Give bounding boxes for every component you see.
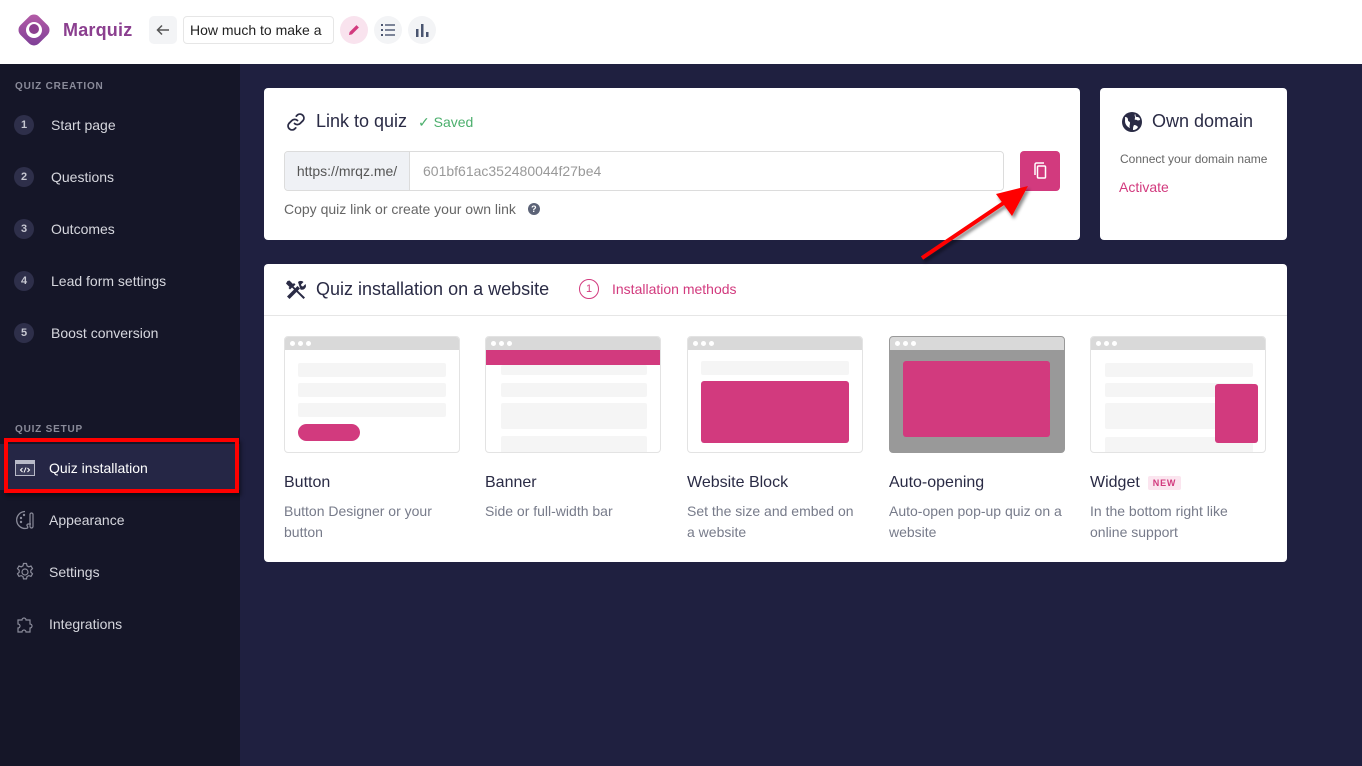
sidebar-item-label: Appearance bbox=[49, 512, 125, 528]
tools-icon bbox=[286, 280, 306, 299]
sidebar-step-questions[interactable]: 2 Questions bbox=[14, 166, 114, 188]
new-badge: NEW bbox=[1147, 476, 1182, 490]
sidebar-step-outcomes[interactable]: 3 Outcomes bbox=[14, 218, 115, 240]
top-bar: Marquiz bbox=[0, 0, 1362, 64]
list-button[interactable] bbox=[374, 16, 402, 44]
sidebar: QUIZ CREATION 1 Start page 2 Questions 3… bbox=[0, 64, 240, 766]
globe-icon bbox=[1122, 112, 1142, 132]
method-description: In the bottom right like online support bbox=[1090, 503, 1228, 540]
saved-status: ✓ Saved bbox=[418, 114, 474, 130]
sidebar-item-integrations[interactable]: Integrations bbox=[14, 612, 122, 636]
method-title: Banner bbox=[485, 474, 537, 491]
quiz-url-group: https://mrqz.me/ bbox=[284, 151, 1004, 191]
copy-icon bbox=[1034, 162, 1047, 179]
arrow-left-icon bbox=[156, 24, 169, 36]
logo[interactable]: Marquiz bbox=[16, 12, 132, 48]
step-label: Outcomes bbox=[51, 221, 115, 237]
method-button[interactable]: Button Button Designer or your button bbox=[284, 336, 460, 543]
tab-label: Installation methods bbox=[612, 281, 737, 297]
step-number: 4 bbox=[14, 271, 34, 291]
domain-card-title: Own domain bbox=[1152, 111, 1254, 131]
method-auto-opening[interactable]: Auto-opening Auto-open pop-up quiz on a … bbox=[889, 336, 1065, 543]
method-title: Widget bbox=[1090, 474, 1140, 491]
step-label: Lead form settings bbox=[51, 273, 167, 289]
quiz-url-input[interactable] bbox=[410, 152, 1003, 190]
method-title: Auto-opening bbox=[889, 474, 985, 491]
link-hint: Copy quiz link or create your own link ? bbox=[284, 201, 540, 217]
step-number: 1 bbox=[14, 115, 34, 135]
link-hint-text: Copy quiz link or create your own link bbox=[284, 201, 516, 217]
puzzle-icon bbox=[14, 613, 36, 635]
sidebar-item-settings[interactable]: Settings bbox=[14, 560, 100, 584]
step-label: Start page bbox=[51, 117, 116, 133]
gear-icon bbox=[14, 561, 36, 583]
own-domain-card: Own domain Connect your domain name Acti… bbox=[1100, 88, 1287, 240]
tab-installation-methods[interactable]: 1 Installation methods bbox=[579, 279, 737, 299]
method-banner[interactable]: Banner Side or full-width bar bbox=[485, 336, 661, 522]
sidebar-step-start-page[interactable]: 1 Start page bbox=[14, 114, 116, 136]
link-to-quiz-card: Link to quiz ✓ Saved https://mrqz.me/ Co… bbox=[264, 88, 1080, 240]
step-label: Questions bbox=[51, 169, 115, 185]
sidebar-item-label: Settings bbox=[49, 564, 100, 580]
domain-subtitle: Connect your domain name bbox=[1120, 152, 1268, 166]
section-label-quiz-setup: QUIZ SETUP bbox=[15, 424, 84, 435]
step-number: 2 bbox=[14, 167, 34, 187]
button-preview bbox=[284, 336, 460, 453]
method-description: Side or full-width bar bbox=[485, 503, 613, 519]
method-description: Button Designer or your button bbox=[284, 503, 432, 540]
quiz-installation-card: Quiz installation on a website 1 Install… bbox=[264, 264, 1287, 562]
installation-header: Quiz installation on a website 1 Install… bbox=[264, 264, 1287, 316]
back-button[interactable] bbox=[149, 16, 177, 44]
sidebar-step-lead-form[interactable]: 4 Lead form settings bbox=[14, 270, 166, 292]
bar-chart-icon bbox=[415, 23, 428, 37]
step-number: 3 bbox=[14, 219, 34, 239]
stats-button[interactable] bbox=[408, 16, 436, 44]
method-website-block[interactable]: Website Block Set the size and embed on … bbox=[687, 336, 863, 543]
palette-icon bbox=[14, 509, 36, 531]
brand-name: Marquiz bbox=[63, 19, 133, 40]
link-icon bbox=[287, 113, 305, 131]
marquiz-logo-icon bbox=[16, 12, 52, 48]
help-icon[interactable]: ? bbox=[527, 203, 540, 215]
sidebar-item-label: Integrations bbox=[49, 616, 123, 632]
link-card-title: Link to quiz bbox=[316, 111, 408, 131]
method-description: Set the size and embed on a website bbox=[687, 503, 854, 540]
copy-link-button[interactable] bbox=[1020, 151, 1060, 191]
list-icon bbox=[381, 24, 395, 36]
widget-preview bbox=[1090, 336, 1266, 453]
method-widget[interactable]: Widget NEW In the bottom right like onli… bbox=[1090, 336, 1266, 543]
sidebar-item-appearance[interactable]: Appearance bbox=[14, 508, 125, 532]
activate-domain-link[interactable]: Activate bbox=[1119, 179, 1169, 195]
section-label-quiz-creation: QUIZ CREATION bbox=[15, 81, 104, 92]
annotation-highlight-box bbox=[4, 438, 239, 493]
edit-button[interactable] bbox=[340, 16, 368, 44]
auto-opening-preview bbox=[889, 336, 1065, 453]
step-number: 5 bbox=[14, 323, 34, 343]
method-title: Button bbox=[284, 474, 331, 491]
method-description: Auto-open pop-up quiz on a website bbox=[889, 503, 1062, 540]
installation-card-title: Quiz installation on a website bbox=[316, 279, 550, 299]
pencil-icon bbox=[349, 25, 359, 35]
method-title: Website Block bbox=[687, 474, 789, 491]
sidebar-step-boost-conversion[interactable]: 5 Boost conversion bbox=[14, 322, 158, 344]
banner-preview bbox=[485, 336, 661, 453]
url-prefix: https://mrqz.me/ bbox=[285, 152, 410, 190]
step-label: Boost conversion bbox=[51, 325, 159, 341]
tab-number: 1 bbox=[579, 279, 599, 299]
website-block-preview bbox=[687, 336, 863, 453]
quiz-title-input[interactable] bbox=[183, 16, 334, 44]
